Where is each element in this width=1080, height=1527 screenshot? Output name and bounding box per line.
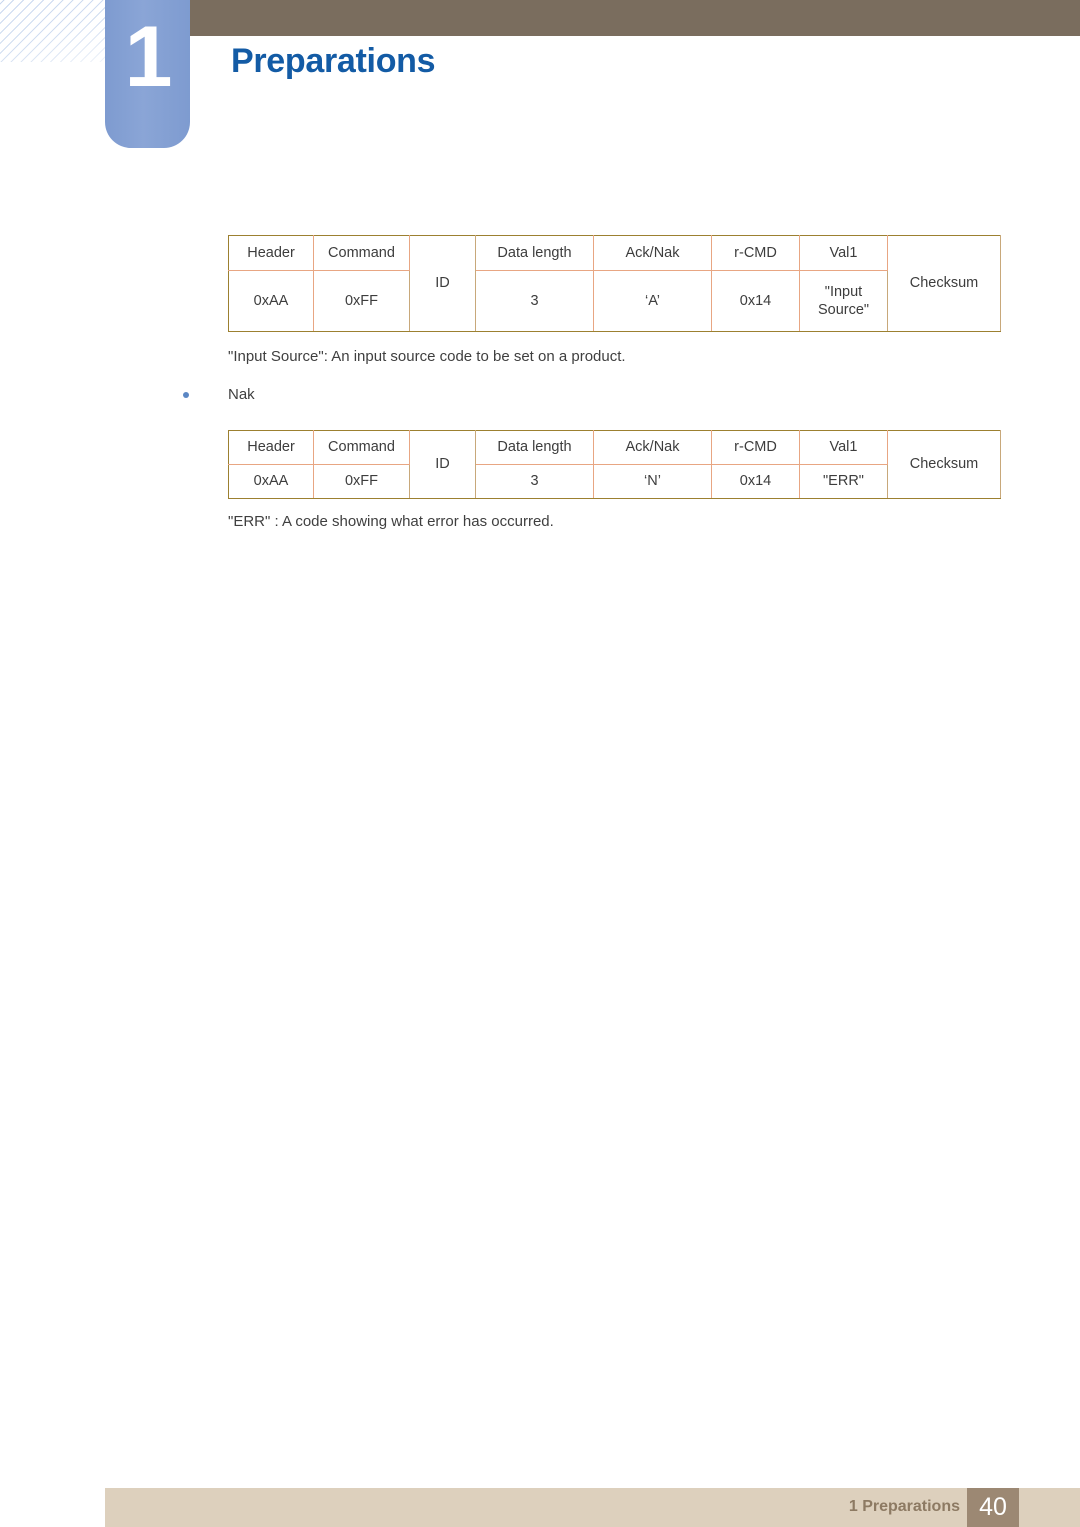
cell-id-value: ID: [409, 235, 476, 332]
cell-data-length-label: Data length: [475, 430, 594, 465]
cell-r-cmd-label: r-CMD: [711, 235, 800, 271]
cell-ack-nak-value: ‘A’: [593, 270, 712, 332]
document-content: Header Command ID Data length Ack/Nak r-…: [0, 0, 1080, 1527]
note-err: "ERR" : A code showing what error has oc…: [228, 513, 554, 530]
cell-checksum-value: Checksum: [887, 430, 1001, 499]
page-number-badge: 40: [967, 1488, 1019, 1527]
cell-r-cmd-label: r-CMD: [711, 430, 800, 465]
page-number: 40: [979, 1493, 1007, 1521]
cell-ack-nak-label: Ack/Nak: [593, 430, 712, 465]
cell-val1-value: "Input Source": [799, 270, 888, 332]
cell-data-length-value: 3: [475, 464, 594, 499]
cell-val1-label: Val1: [799, 235, 888, 271]
cell-command-value: 0xFF: [313, 270, 410, 332]
table-row: 0xAA 0xFF 3 ‘N’ 0x14 "ERR": [228, 464, 1001, 499]
table-row: 0xAA 0xFF 3 ‘A’ 0x14 "Input Source": [228, 270, 1001, 332]
nak-protocol-table: Header Command ID Data length Ack/Nak r-…: [228, 430, 1001, 499]
cell-header-value: 0xAA: [228, 270, 314, 332]
list-item: Nak: [183, 386, 255, 403]
cell-r-cmd-value: 0x14: [711, 464, 800, 499]
bullet-label-nak: Nak: [228, 386, 255, 403]
cell-header-label: Header: [228, 235, 314, 271]
cell-val1-label: Val1: [799, 430, 888, 465]
table-row: Header Command ID Data length Ack/Nak r-…: [228, 235, 1001, 332]
cell-checksum-value: Checksum: [887, 235, 1001, 332]
cell-val1-value: "ERR": [799, 464, 888, 499]
cell-header-value: 0xAA: [228, 464, 314, 499]
cell-ack-nak-label: Ack/Nak: [593, 235, 712, 271]
note-input-source: "Input Source": An input source code to …: [228, 348, 626, 365]
ack-protocol-table: Header Command ID Data length Ack/Nak r-…: [228, 235, 1001, 332]
cell-header-label: Header: [228, 430, 314, 465]
bullet-dot-icon: [183, 391, 189, 398]
cell-command-value: 0xFF: [313, 464, 410, 499]
cell-data-length-label: Data length: [475, 235, 594, 271]
cell-id-value: ID: [409, 430, 476, 499]
cell-command-label: Command: [313, 430, 410, 465]
cell-r-cmd-value: 0x14: [711, 270, 800, 332]
cell-command-label: Command: [313, 235, 410, 271]
footer-chapter-label: 1 Preparations: [848, 1498, 960, 1515]
cell-ack-nak-value: ‘N’: [593, 464, 712, 499]
table-row: Header Command ID Data length Ack/Nak r-…: [228, 430, 1001, 499]
cell-data-length-value: 3: [475, 270, 594, 332]
